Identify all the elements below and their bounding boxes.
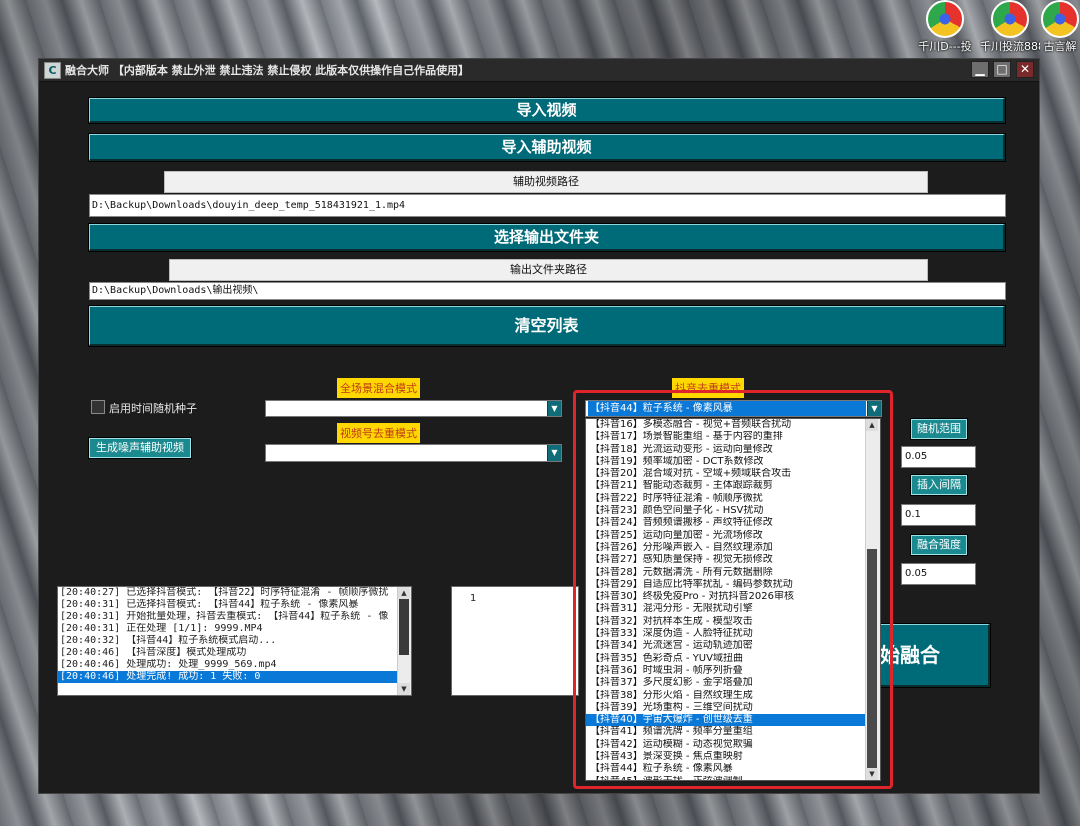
merge-strength-input[interactable]: 0.05 (901, 563, 976, 585)
seed-checkbox-label: 启用时间随机种子 (109, 402, 197, 415)
dropdown-option[interactable]: 【抖音20】混合域对抗 - 空域+频域联合攻击 (586, 468, 866, 480)
dropdown-option[interactable]: 【抖音29】自适应比特率扰乱 - 编码参数扰动 (586, 579, 866, 591)
dropdown-option[interactable]: 【抖音18】光流运动变形 - 运动向量修改 (586, 444, 866, 456)
dropdown-option[interactable]: 【抖音27】感知质量保持 - 视觉无损修改 (586, 554, 866, 566)
scroll-thumb[interactable] (867, 549, 877, 769)
chevron-down-icon[interactable]: ▼ (867, 401, 881, 416)
dropdown-option[interactable]: 【抖音30】终极免疫Pro - 对抗抖音2026审核 (586, 591, 866, 603)
color-wheel-icon (926, 0, 964, 38)
aux-path-field[interactable]: D:\Backup\Downloads\douyin_deep_temp_518… (89, 194, 1006, 217)
log-line[interactable]: [20:40:32] 【抖音44】粒子系统模式启动... (58, 635, 411, 647)
scroll-down-icon[interactable]: ▼ (866, 768, 878, 780)
random-range-button[interactable]: 随机范围 (910, 418, 968, 440)
desktop-shortcut-label: 千川投流888 (980, 40, 1040, 53)
select-output-folder-button[interactable]: 选择输出文件夹 (88, 223, 1006, 252)
dropdown-scrollbar[interactable]: ▲ ▼ (865, 419, 880, 780)
gen-noise-button[interactable]: 生成噪声辅助视频 (88, 437, 192, 459)
log-panel[interactable]: [20:40:27] 已选择抖音模式: 【抖音22】时序特征混淆 - 帧顺序微扰… (57, 586, 412, 696)
dropdown-option[interactable]: 【抖音43】景深变换 - 焦点重映射 (586, 751, 866, 763)
color-wheel-icon (1041, 0, 1079, 38)
insert-interval-button[interactable]: 插入间隔 (910, 474, 968, 496)
dropdown-option[interactable]: 【抖音17】场景智能重组 - 基于内容的重排 (586, 431, 866, 443)
dropdown-option[interactable]: 【抖音26】分形噪声嵌入 - 自然纹理添加 (586, 542, 866, 554)
dropdown-option[interactable]: 【抖音37】多尺度幻影 - 金字塔叠加 (586, 677, 866, 689)
douyin-mode-selected-value: 【抖音44】粒子系统 - 像素风暴 (588, 401, 866, 416)
scene-mode-label: 全场景混合模式 (337, 378, 420, 398)
desktop-shortcut-2[interactable]: 千川投流888 (980, 0, 1040, 53)
dropdown-option[interactable]: 【抖音21】智能动态裁剪 - 主体跟踪裁剪 (586, 480, 866, 492)
dropdown-option[interactable]: 【抖音35】色彩奇点 - YUV域扭曲 (586, 653, 866, 665)
import-aux-video-button[interactable]: 导入辅助视频 (88, 133, 1006, 162)
dropdown-option[interactable]: 【抖音22】时序特征混淆 - 帧顺序微扰 (586, 493, 866, 505)
log-line[interactable]: [20:40:46] 处理成功: 处理_9999_569.mp4 (58, 659, 411, 671)
title-bar[interactable]: C 融合大师 【内部版本 禁止外泄 禁止违法 禁止侵权 此版本仅供操作自己作品使… (39, 59, 1039, 82)
dropdown-option[interactable]: 【抖音40】宇宙大爆炸 - 创世级去重 (586, 714, 866, 727)
scroll-thumb[interactable] (399, 599, 409, 655)
douyin-mode-select[interactable]: 【抖音44】粒子系统 - 像素风暴 ▼ (585, 400, 882, 417)
random-range-input[interactable]: 0.05 (901, 446, 976, 468)
import-video-button[interactable]: 导入视频 (88, 97, 1006, 124)
dropdown-option[interactable]: 【抖音28】元数据清洗 - 所有元数据删除 (586, 567, 866, 579)
insert-interval-input[interactable]: 0.1 (901, 504, 976, 526)
dropdown-option[interactable]: 【抖音33】深度伪造 - 人脸特征扰动 (586, 628, 866, 640)
aux-path-label: 辅助视频路径 (164, 171, 928, 193)
dropdown-option[interactable]: 【抖音25】运动向量加密 - 光流场修改 (586, 530, 866, 542)
dropdown-option[interactable]: 【抖音36】时域虫洞 - 帧序列折叠 (586, 665, 866, 677)
desktop-shortcut-3[interactable]: 古言解 (1040, 0, 1080, 53)
clear-list-button[interactable]: 清空列表 (88, 305, 1006, 347)
output-path-label: 输出文件夹路径 (169, 259, 928, 281)
file-list-box[interactable]: 1 (451, 586, 579, 696)
chevron-down-icon[interactable]: ▼ (547, 401, 561, 416)
output-path-field[interactable]: D:\Backup\Downloads\输出视频\ (89, 282, 1006, 300)
log-line[interactable]: [20:40:46] 处理完成! 成功: 1 失败: 0 (58, 671, 411, 683)
dropdown-option[interactable]: 【抖音23】颜色空间量子化 - HSV扰动 (586, 505, 866, 517)
minimize-button[interactable]: ▁ (971, 61, 989, 78)
dropdown-option[interactable]: 【抖音39】光场重构 - 三维空间扰动 (586, 702, 866, 714)
desktop-shortcut-label: 古言解 (1043, 40, 1077, 53)
desktop-shortcut-1[interactable]: 千川D---投 (915, 0, 975, 53)
maximize-button[interactable]: □ (993, 61, 1011, 78)
chevron-down-icon[interactable]: ▼ (547, 445, 561, 461)
dropdown-option[interactable]: 【抖音34】光流迷宫 - 运动轨迹加密 (586, 640, 866, 652)
file-count: 1 (470, 593, 477, 604)
video-dedup-mode-select[interactable]: ▼ (265, 444, 562, 462)
douyin-mode-label: 抖音去重模式 (672, 378, 744, 398)
dropdown-option[interactable]: 【抖音24】音频频谱搬移 - 声纹特征修改 (586, 517, 866, 529)
dropdown-option[interactable]: 【抖音31】混沌分形 - 无限扰动引擎 (586, 603, 866, 615)
log-line[interactable]: [20:40:31] 已选择抖音模式: 【抖音44】粒子系统 - 像素风暴 (58, 599, 411, 611)
close-button[interactable]: ✕ (1016, 61, 1034, 78)
scene-mode-select[interactable]: ▼ (265, 400, 562, 417)
dropdown-option[interactable]: 【抖音42】运动模糊 - 动态视觉欺骗 (586, 739, 866, 751)
log-scrollbar[interactable]: ▲ ▼ (397, 587, 411, 695)
desktop-shortcut-label: 千川D---投 (918, 40, 972, 53)
color-wheel-icon (991, 0, 1029, 38)
dropdown-option[interactable]: 【抖音44】粒子系统 - 像素风暴 (586, 763, 866, 775)
log-line[interactable]: [20:40:31] 正在处理 [1/1]: 9999.MP4 (58, 623, 411, 635)
merge-strength-button[interactable]: 融合强度 (910, 534, 968, 556)
scroll-up-icon[interactable]: ▲ (866, 419, 878, 431)
scroll-up-icon[interactable]: ▲ (398, 587, 410, 599)
dropdown-option[interactable]: 【抖音38】分形火焰 - 自然纹理生成 (586, 690, 866, 702)
window-title: 融合大师 【内部版本 禁止外泄 禁止违法 禁止侵权 此版本仅供操作自己作品使用】 (65, 64, 470, 77)
log-line[interactable]: [20:40:27] 已选择抖音模式: 【抖音22】时序特征混淆 - 帧顺序微扰 (58, 587, 411, 599)
dropdown-option[interactable]: 【抖音41】频谱洗牌 - 频率分量重组 (586, 726, 866, 738)
log-line[interactable]: [20:40:46] 【抖音深度】模式处理成功 (58, 647, 411, 659)
log-line[interactable]: [20:40:31] 开始批量处理，抖音去重模式: 【抖音44】粒子系统 - 像 (58, 611, 411, 623)
dropdown-option[interactable]: 【抖音32】对抗样本生成 - 模型攻击 (586, 616, 866, 628)
seed-checkbox[interactable] (91, 400, 105, 414)
scroll-down-icon[interactable]: ▼ (398, 683, 410, 695)
video-dedup-mode-label: 视频号去重模式 (337, 423, 420, 443)
dropdown-option[interactable]: 【抖音16】多模态融合 - 视觉+音频联合扰动 (586, 419, 866, 431)
dropdown-option[interactable]: 【抖音19】频率域加密 - DCT系数修改 (586, 456, 866, 468)
app-window: C 融合大师 【内部版本 禁止外泄 禁止违法 禁止侵权 此版本仅供操作自己作品使… (38, 58, 1040, 794)
app-logo-icon: C (44, 62, 61, 79)
douyin-mode-dropdown[interactable]: 【抖音16】多模态融合 - 视觉+音频联合扰动 【抖音17】场景智能重组 - 基于… (585, 418, 881, 781)
dropdown-option[interactable]: 【抖音45】波形干扰 - 正弦波调制 (586, 776, 866, 780)
